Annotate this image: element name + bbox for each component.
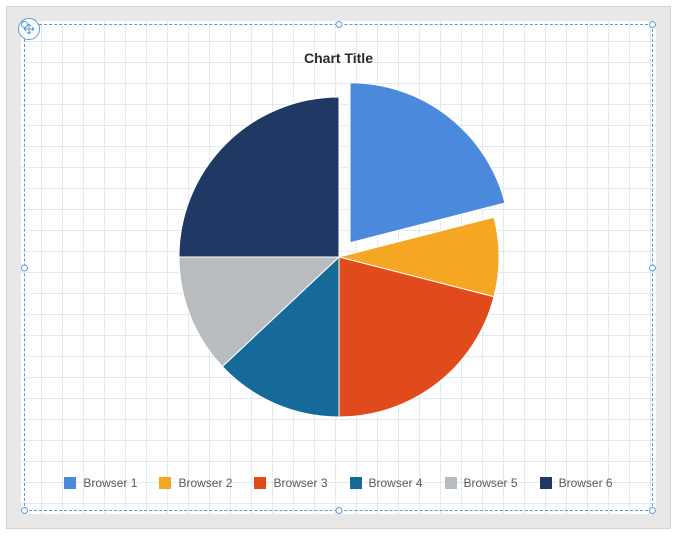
legend-item-6[interactable]: Browser 6 <box>540 476 613 490</box>
resize-handle-top[interactable] <box>335 21 342 28</box>
legend-swatch <box>350 477 362 489</box>
legend-swatch <box>254 477 266 489</box>
legend-label: Browser 2 <box>178 476 232 490</box>
legend-swatch <box>159 477 171 489</box>
legend-item-4[interactable]: Browser 4 <box>350 476 423 490</box>
pie-slice-6[interactable] <box>178 97 338 257</box>
resize-handle-bottom[interactable] <box>335 507 342 514</box>
resize-handle-top-left[interactable] <box>21 21 28 28</box>
pie-slice-1[interactable] <box>350 83 505 243</box>
legend-item-5[interactable]: Browser 5 <box>445 476 518 490</box>
legend-item-1[interactable]: Browser 1 <box>64 476 137 490</box>
resize-handle-bottom-right[interactable] <box>649 507 656 514</box>
legend-label: Browser 4 <box>369 476 423 490</box>
legend-item-2[interactable]: Browser 2 <box>159 476 232 490</box>
chart-title[interactable]: Chart Title <box>21 50 656 66</box>
chart-designer-frame: Chart Title Browser 1Browser 2Browser 3B… <box>6 6 671 529</box>
chart-surface[interactable]: Chart Title Browser 1Browser 2Browser 3B… <box>21 21 656 514</box>
legend-label: Browser 6 <box>559 476 613 490</box>
legend-item-3[interactable]: Browser 3 <box>254 476 327 490</box>
legend-swatch <box>445 477 457 489</box>
resize-handle-right[interactable] <box>649 264 656 271</box>
resize-handle-bottom-left[interactable] <box>21 507 28 514</box>
legend-label: Browser 5 <box>464 476 518 490</box>
legend-label: Browser 3 <box>273 476 327 490</box>
resize-handle-top-right[interactable] <box>649 21 656 28</box>
legend-swatch <box>64 477 76 489</box>
legend-label: Browser 1 <box>83 476 137 490</box>
pie-chart[interactable] <box>159 77 519 437</box>
chart-legend[interactable]: Browser 1 Browser 2 Browser 3 Browser 4 Brow… <box>21 476 656 490</box>
resize-handle-left[interactable] <box>21 264 28 271</box>
legend-swatch <box>540 477 552 489</box>
